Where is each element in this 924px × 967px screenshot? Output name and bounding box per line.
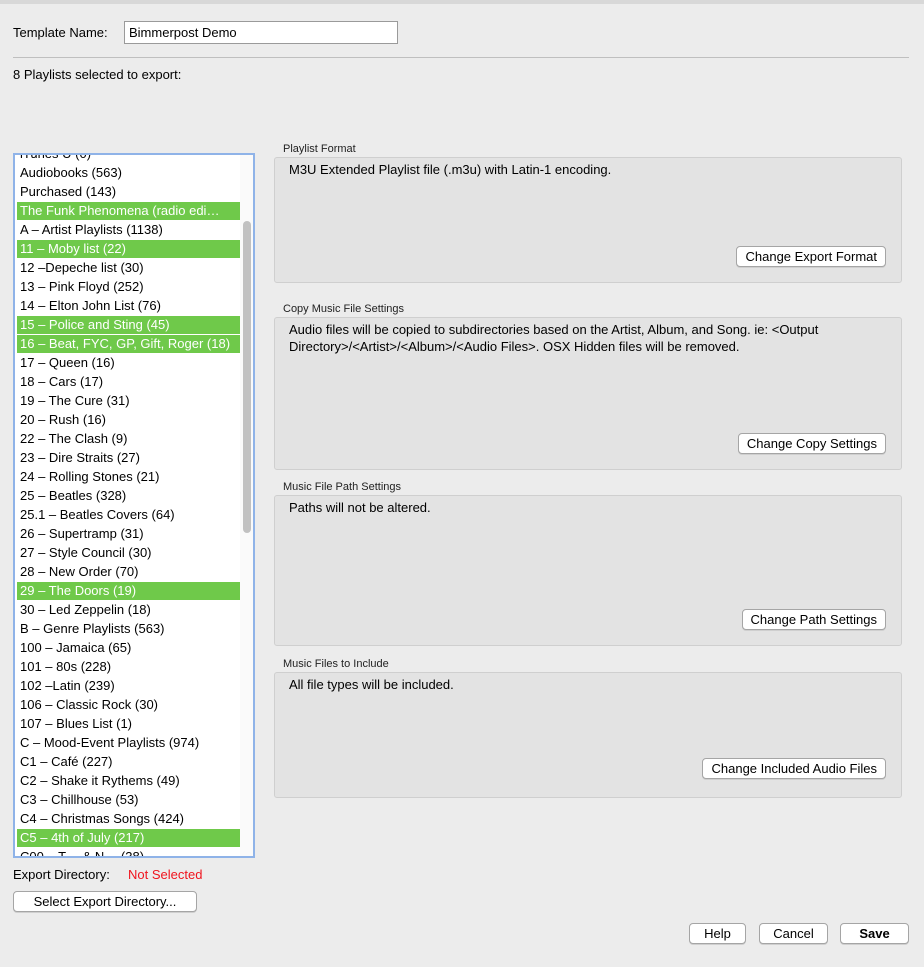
- playlist-item[interactable]: 11 – Moby list (22): [17, 240, 240, 258]
- include-files-text: All file types will be included.: [289, 677, 454, 692]
- playlist-item[interactable]: 29 – The Doors (19): [17, 582, 240, 600]
- playlist-list[interactable]: C00 – T… & N… (38) C5 – 4th of July (217)…: [13, 153, 255, 858]
- playlist-item[interactable]: C1 – Café (227): [17, 753, 240, 771]
- template-name-input[interactable]: [124, 21, 398, 44]
- copy-settings-group: Audio files will be copied to subdirecto…: [274, 317, 902, 470]
- path-settings-group: Paths will not be altered. Change Path S…: [274, 495, 902, 646]
- playlist-item[interactable]: 18 – Cars (17): [17, 373, 240, 391]
- playlist-item[interactable]: 17 – Queen (16): [17, 354, 240, 372]
- playlist-item[interactable]: The Funk Phenomena (radio edi…: [17, 202, 240, 220]
- change-path-settings-button[interactable]: Change Path Settings: [741, 609, 886, 630]
- playlist-item[interactable]: 24 – Rolling Stones (21): [17, 468, 240, 486]
- playlist-item[interactable]: 16 – Beat, FYC, GP, Gift, Roger (18): [17, 335, 240, 353]
- save-button[interactable]: Save: [840, 923, 909, 944]
- playlist-item[interactable]: 13 – Pink Floyd (252): [17, 278, 240, 296]
- playlist-item[interactable]: 100 – Jamaica (65): [17, 639, 240, 657]
- change-copy-settings-button[interactable]: Change Copy Settings: [737, 433, 886, 454]
- copy-settings-title: Copy Music File Settings: [283, 303, 405, 315]
- path-settings-text: Paths will not be altered.: [289, 500, 431, 515]
- playlist-format-text: M3U Extended Playlist file (.m3u) with L…: [289, 162, 612, 177]
- playlist-item[interactable]: 19 – The Cure (31): [17, 392, 240, 410]
- playlist-item[interactable]: 28 – New Order (70): [17, 563, 240, 581]
- playlist-item[interactable]: A – Artist Playlists (1138): [17, 221, 240, 239]
- playlist-item[interactable]: C3 – Chillhouse (53): [17, 791, 240, 809]
- playlist-item[interactable]: 30 – Led Zeppelin (18): [17, 601, 240, 619]
- playlist-item[interactable]: C00 – T… & N… (38): [17, 848, 240, 856]
- playlist-item[interactable]: 25 – Beatles (328): [17, 487, 240, 505]
- selected-count-text: 8 Playlists selected to export:: [13, 67, 182, 82]
- change-included-audio-files-button[interactable]: Change Included Audio Files: [702, 758, 886, 779]
- playlist-item[interactable]: Purchased (143): [17, 183, 240, 201]
- change-export-format-button[interactable]: Change Export Format: [736, 246, 886, 267]
- playlist-item[interactable]: C – Mood-Event Playlists (974): [17, 734, 240, 752]
- playlist-item[interactable]: 101 – 80s (228): [17, 658, 240, 676]
- template-name-label: Template Name:: [13, 25, 108, 40]
- export-directory-value: Not Selected: [128, 867, 203, 882]
- copy-settings-text: Audio files will be copied to subdirecto…: [289, 322, 819, 354]
- playlist-item[interactable]: 107 – Blues List (1): [17, 715, 240, 733]
- playlist-item[interactable]: iTunes U (0): [17, 155, 240, 163]
- playlist-item[interactable]: 26 – Supertramp (31): [17, 525, 240, 543]
- cancel-button[interactable]: Cancel: [759, 923, 828, 944]
- playlist-item[interactable]: Audiobooks (563): [17, 164, 240, 182]
- playlist-item[interactable]: 25.1 – Beatles Covers (64): [17, 506, 240, 524]
- path-settings-title: Music File Path Settings: [283, 481, 401, 493]
- playlist-item[interactable]: 23 – Dire Straits (27): [17, 449, 240, 467]
- playlist-item[interactable]: 20 – Rush (16): [17, 411, 240, 429]
- playlist-item[interactable]: C2 – Shake it Rythems (49): [17, 772, 240, 790]
- include-files-title: Music Files to Include: [283, 658, 389, 670]
- scrollbar[interactable]: [240, 155, 253, 856]
- export-directory-label: Export Directory:: [13, 867, 110, 882]
- divider: [13, 57, 909, 58]
- playlist-item[interactable]: 102 –Latin (239): [17, 677, 240, 695]
- playlist-item[interactable]: 22 – The Clash (9): [17, 430, 240, 448]
- playlist-item[interactable]: 12 –Depeche list (30): [17, 259, 240, 277]
- playlist-item[interactable]: 106 – Classic Rock (30): [17, 696, 240, 714]
- include-files-group: All file types will be included. Change …: [274, 672, 902, 798]
- scrollbar-thumb[interactable]: [243, 221, 251, 533]
- playlist-item[interactable]: 14 – Elton John List (76): [17, 297, 240, 315]
- select-export-directory-button[interactable]: Select Export Directory...: [13, 891, 197, 912]
- window-top-edge: [0, 0, 924, 4]
- playlist-item[interactable]: B – Genre Playlists (563): [17, 620, 240, 638]
- help-button[interactable]: Help: [689, 923, 746, 944]
- playlist-item[interactable]: C4 – Christmas Songs (424): [17, 810, 240, 828]
- playlist-item[interactable]: C5 – 4th of July (217): [17, 829, 240, 847]
- playlist-item[interactable]: 15 – Police and Sting (45): [17, 316, 240, 334]
- playlist-item[interactable]: 27 – Style Council (30): [17, 544, 240, 562]
- playlist-format-group: M3U Extended Playlist file (.m3u) with L…: [274, 157, 902, 283]
- playlist-format-title: Playlist Format: [283, 143, 356, 155]
